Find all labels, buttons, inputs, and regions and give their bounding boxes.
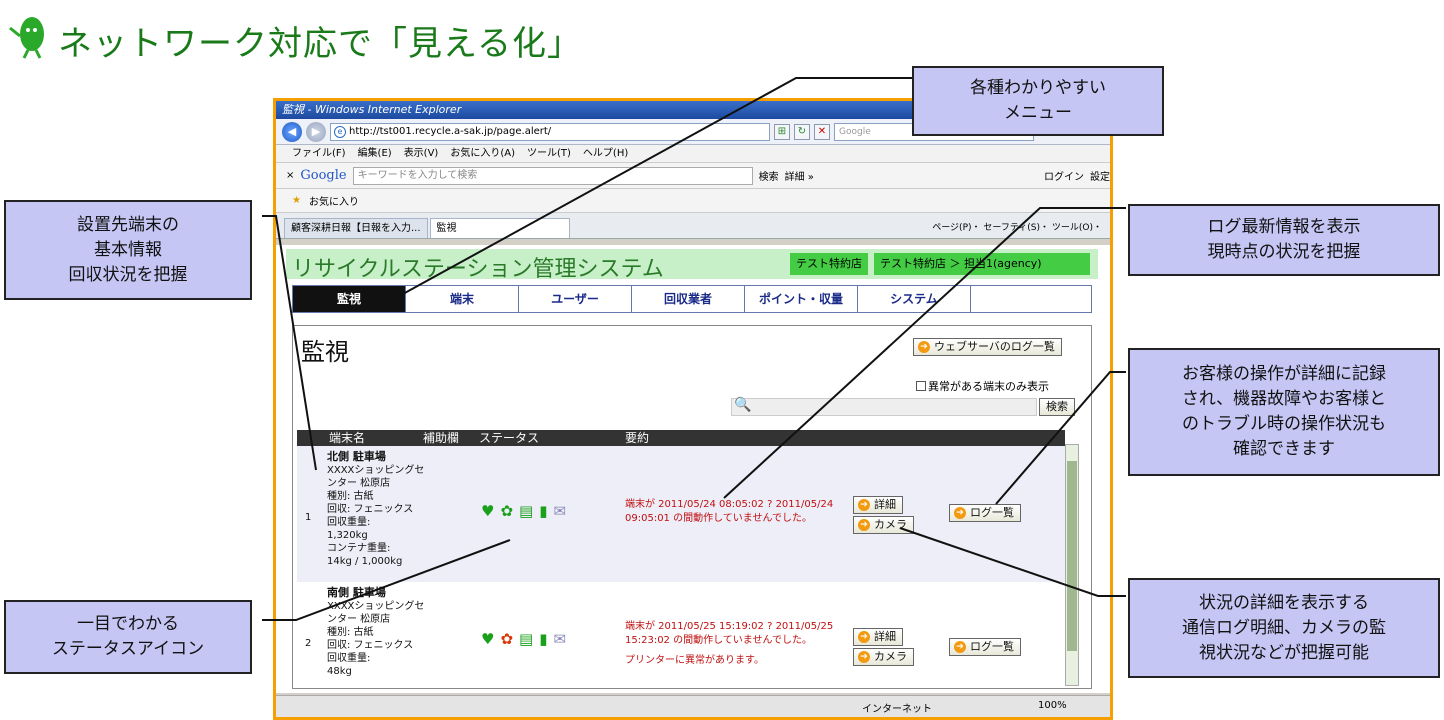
callout-details: 状況の詳細を表示する 通信ログ明細、カメラの監 視状況などが把握可能 bbox=[1128, 578, 1440, 678]
callout-status-icons: 一目でわかる ステータスアイコン bbox=[4, 600, 252, 674]
callout-terminal-info: 設置先端末の 基本情報 回収状況を把握 bbox=[4, 200, 252, 300]
callout-operations: お客様の操作が詳細に記録 され、機器故障やお客様と のトラブル時の操作状況も 確認でき… bbox=[1128, 348, 1440, 476]
callout-menu: 各種わかりやすい メニュー bbox=[912, 66, 1164, 136]
callout-log-latest: ログ最新情報を表示 現時点の状況を把握 bbox=[1128, 204, 1440, 276]
